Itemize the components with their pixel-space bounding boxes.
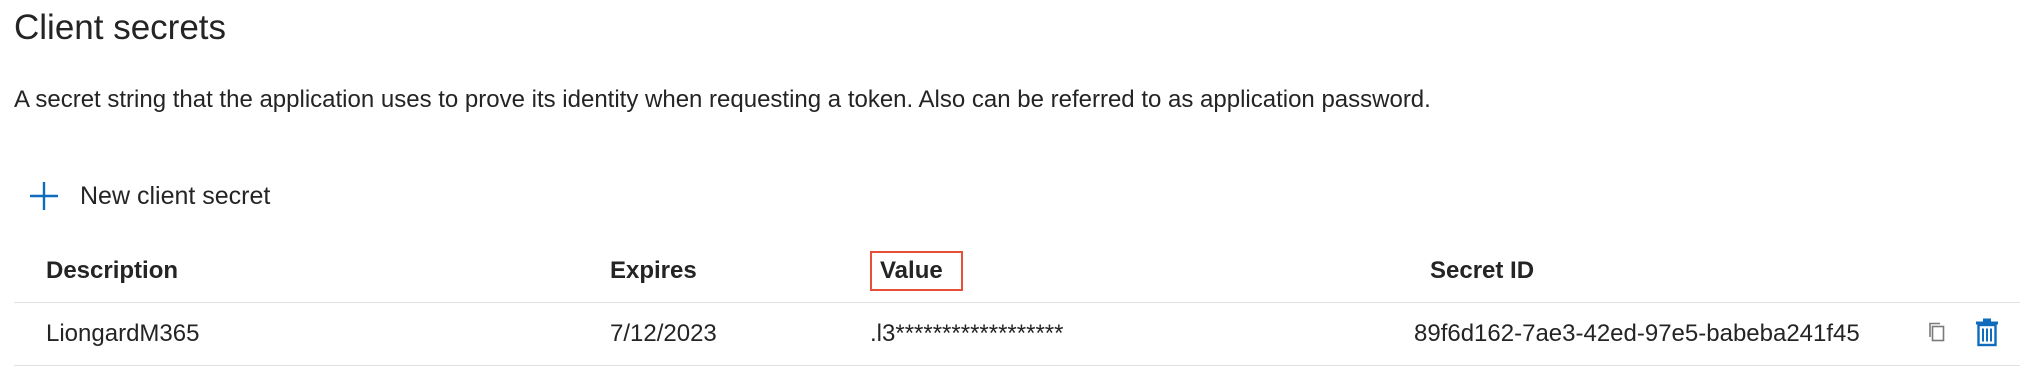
table-row: LiongardM365 7/12/2023 .l3**************… bbox=[14, 303, 2020, 366]
delete-icon bbox=[1974, 317, 2000, 352]
copy-icon bbox=[1925, 320, 1949, 349]
copy-to-clipboard-button[interactable] bbox=[1920, 317, 1954, 351]
table-header-row: Description Expires Value Secret ID bbox=[14, 240, 2020, 303]
column-header-value-wrapper: Value bbox=[870, 240, 963, 302]
column-header-secret-id[interactable]: Secret ID bbox=[1430, 240, 1534, 302]
section-description: A secret string that the application use… bbox=[14, 86, 1431, 113]
new-client-secret-button[interactable]: New client secret bbox=[28, 176, 270, 216]
secret-description: LiongardM365 bbox=[46, 320, 200, 347]
secret-value: .l3****************** bbox=[870, 320, 1064, 347]
client-secrets-panel: Client secrets A secret string that the … bbox=[0, 0, 2034, 384]
section-title: Client secrets bbox=[14, 8, 227, 47]
column-header-value[interactable]: Value bbox=[870, 251, 963, 291]
secret-id: 89f6d162-7ae3-42ed-97e5-babeba241f45 bbox=[1414, 320, 1860, 347]
new-client-secret-label: New client secret bbox=[80, 181, 271, 210]
delete-secret-button[interactable] bbox=[1970, 317, 2004, 351]
plus-icon bbox=[28, 180, 60, 212]
client-secrets-table: Description Expires Value Secret ID Lion… bbox=[14, 240, 2020, 366]
column-header-expires[interactable]: Expires bbox=[610, 240, 697, 302]
column-header-description[interactable]: Description bbox=[46, 240, 178, 302]
secret-expires: 7/12/2023 bbox=[610, 320, 717, 347]
